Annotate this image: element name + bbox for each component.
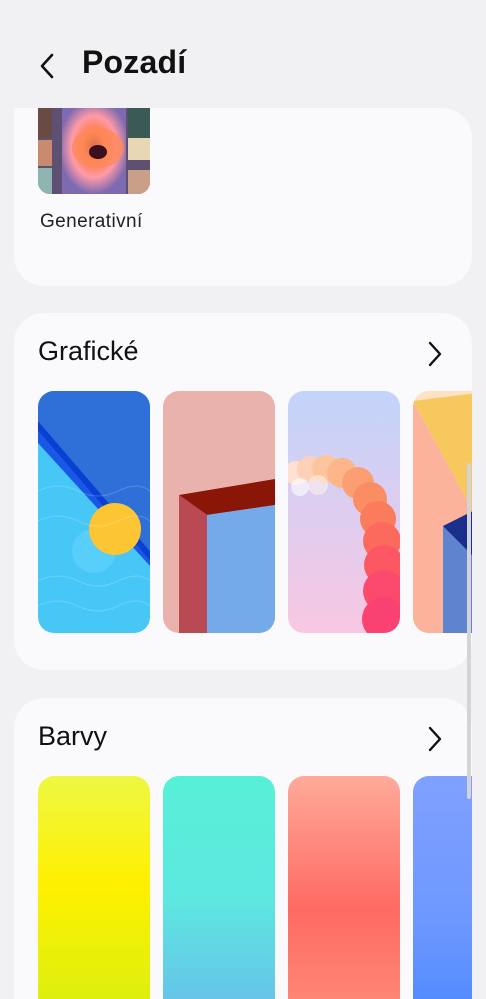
- colors-more-button[interactable]: [424, 724, 446, 754]
- graphic-wallpaper-1[interactable]: [38, 391, 150, 633]
- graphic-wallpaper-3[interactable]: [288, 391, 400, 633]
- colors-section: Barvy: [14, 698, 472, 999]
- page-title: Pozadí: [82, 44, 187, 80]
- colors-section-title[interactable]: Barvy: [38, 721, 107, 752]
- chevron-right-icon: [428, 726, 442, 752]
- color-wallpaper-coral[interactable]: [288, 776, 400, 999]
- chevron-right-icon: [428, 341, 442, 367]
- back-arrow-icon: [40, 53, 54, 79]
- graphic-section: Grafické: [14, 313, 472, 670]
- graphic-section-title[interactable]: Grafické: [38, 336, 139, 367]
- color-wallpaper-blue[interactable]: [413, 776, 472, 999]
- back-button[interactable]: [30, 48, 64, 84]
- graphic-wallpaper-4[interactable]: [413, 391, 472, 633]
- generative-wallpaper-thumbnail[interactable]: [38, 108, 150, 194]
- color-wallpaper-yellow[interactable]: [38, 776, 150, 999]
- graphic-more-button[interactable]: [424, 339, 446, 369]
- generative-preview-image: [38, 108, 150, 194]
- app-bar: Pozadí: [0, 0, 486, 108]
- scrollbar[interactable]: [467, 463, 471, 799]
- color-wallpaper-teal[interactable]: [163, 776, 275, 999]
- generative-label: Generativní: [40, 211, 143, 232]
- graphic-wallpaper-2[interactable]: [163, 391, 275, 633]
- generative-section: Generativní: [14, 108, 472, 286]
